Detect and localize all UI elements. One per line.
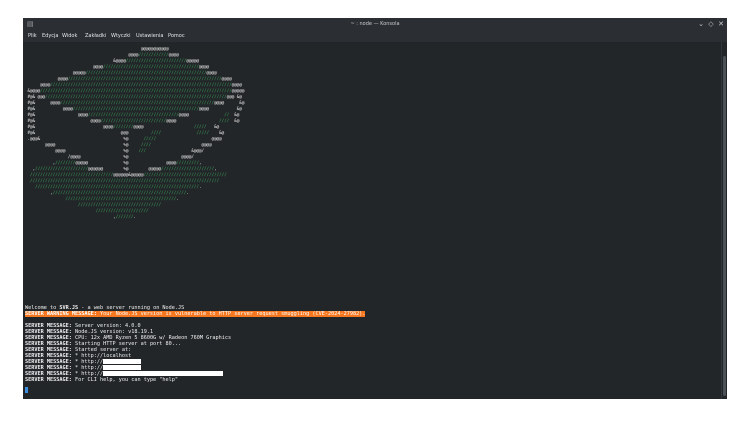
redacted-address — [103, 359, 142, 364]
title-bar[interactable]: ▤ ~ : node — Konsola ⌄ ◇ ✕ — [23, 18, 727, 31]
konsole-window: ▤ ~ : node — Konsola ⌄ ◇ ✕ Plik Edycja W… — [23, 18, 727, 399]
server-message-text: For CLI help, you can type "help" — [71, 377, 179, 383]
warning-text: Your Node.JS version is vulnerable to HT… — [96, 311, 366, 317]
window-title: ~ : node — Konsola — [350, 21, 400, 27]
menu-widok[interactable]: Widok — [62, 31, 77, 42]
warning-line: SERVER WARNING MESSAGE: Your Node.JS ver… — [25, 311, 366, 317]
menu-plik[interactable]: Plik — [28, 31, 37, 42]
warning-label: SERVER WARNING MESSAGE: — [25, 311, 97, 317]
maximize-button[interactable]: ◇ — [707, 20, 715, 29]
tree-ascii-art-logo: @@@@@@@@@@@ @@@@////////////@@@@ &@@@@//… — [27, 46, 245, 219]
menu-bar: Plik Edycja Widok Zakładki Wtyczki Ustaw… — [23, 31, 727, 42]
terminal-output[interactable]: @@@@@@@@@@@ @@@@////////////@@@@ &@@@@//… — [23, 42, 721, 399]
server-message-line: SERVER MESSAGE: For CLI help, you can ty… — [25, 377, 178, 383]
vertical-scrollbar[interactable] — [721, 42, 727, 399]
redacted-address — [103, 365, 142, 370]
menu-zakladki[interactable]: Zakładki — [85, 31, 106, 42]
terminal-cursor — [25, 387, 28, 393]
menu-pomoc[interactable]: Pomoc — [168, 31, 185, 42]
menu-edycja[interactable]: Edycja — [42, 31, 59, 42]
minimize-button[interactable]: ⌄ — [697, 20, 705, 29]
redacted-address — [103, 371, 224, 376]
server-message-label: SERVER MESSAGE: — [25, 377, 72, 383]
close-button[interactable]: ✕ — [717, 20, 725, 29]
menu-ustawienia[interactable]: Ustawienia — [136, 31, 163, 42]
scrollbar-thumb[interactable] — [723, 56, 726, 396]
menu-wtyczki[interactable]: Wtyczki — [111, 31, 131, 42]
